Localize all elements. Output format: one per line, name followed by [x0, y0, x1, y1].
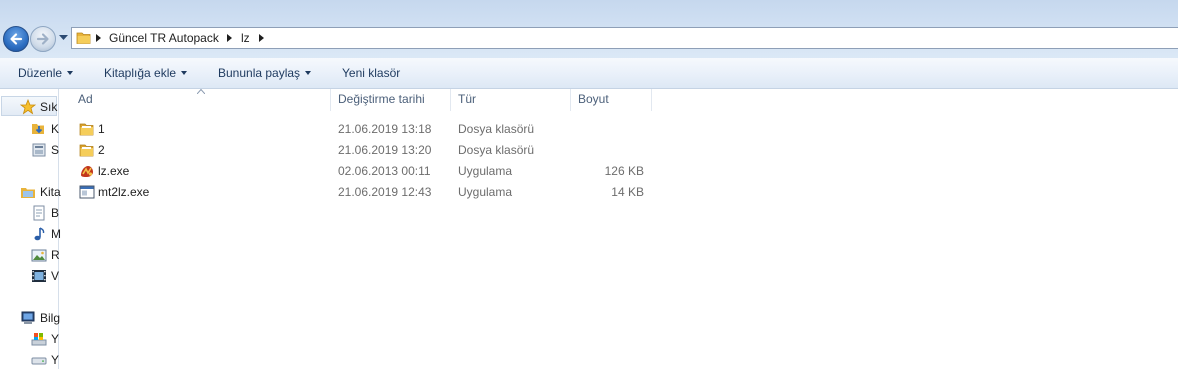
file-date: 21.06.2019 13:20: [338, 143, 432, 157]
address-bar-area: Güncel TR Autopack lz: [0, 0, 1178, 58]
nav-item-label: V: [51, 269, 60, 283]
nav-item-label: M: [51, 227, 61, 241]
nav-item-label: R: [51, 248, 60, 262]
music-note-icon: [34, 227, 45, 241]
file-row[interactable]: mt2lz.exe 21.06.2019 12:43 Uygulama 14 K…: [76, 182, 656, 203]
file-name: 1: [98, 122, 105, 136]
exe-window-icon: [79, 185, 95, 199]
column-header-size[interactable]: Boyut: [578, 92, 609, 110]
system-drive-icon: [31, 333, 47, 346]
breadcrumb-arrow-icon[interactable]: [96, 34, 102, 42]
column-divider[interactable]: [450, 89, 451, 111]
nav-item-label: Y: [51, 353, 60, 367]
add-to-library-label: Kitaplığa ekle: [104, 66, 177, 80]
file-size: 126 KB: [604, 164, 644, 178]
nav-favorites-label: Sık: [40, 100, 58, 114]
file-row[interactable]: lz.exe 02.06.2013 00:11 Uygulama 126 KB: [76, 161, 656, 182]
address-bar[interactable]: Güncel TR Autopack lz: [71, 27, 1178, 49]
folder-icon: [79, 123, 94, 136]
file-name: lz.exe: [98, 164, 130, 178]
add-to-library-button[interactable]: Kitaplığa ekle: [104, 66, 188, 80]
file-size: 14 KB: [611, 185, 644, 199]
star-icon: [20, 99, 36, 115]
breadcrumb-item[interactable]: lz: [241, 31, 250, 45]
pictures-icon: [31, 249, 47, 262]
chevron-down-icon: [181, 71, 188, 75]
new-folder-button[interactable]: Yeni klasör: [342, 66, 400, 80]
file-type: Uygulama: [458, 185, 513, 199]
nav-item-label: K: [51, 122, 60, 136]
drive-icon: [31, 357, 47, 365]
breadcrumb-item[interactable]: Güncel TR Autopack: [109, 31, 219, 45]
nav-libraries-label: Kita: [40, 185, 61, 199]
command-bar: Düzenle Kitaplığa ekle Bununla paylaş Ye…: [0, 58, 1178, 89]
column-header-name[interactable]: Ad: [78, 92, 93, 110]
column-divider[interactable]: [651, 89, 652, 111]
recent-pages-dropdown-icon[interactable]: [59, 35, 68, 41]
file-date: 02.06.2013 00:11: [338, 164, 431, 178]
folder-icon: [76, 32, 91, 44]
lz-app-icon: [81, 166, 93, 177]
chevron-down-icon: [67, 71, 74, 75]
file-type: Dosya klasörü: [458, 143, 535, 157]
chevron-down-icon: [305, 71, 312, 75]
file-row[interactable]: 1 21.06.2019 13:18 Dosya klasörü: [76, 119, 656, 140]
library-icon: [21, 188, 35, 198]
file-name: mt2lz.exe: [98, 185, 150, 199]
documents-icon: [33, 205, 45, 221]
nav-item-label: S: [51, 143, 60, 157]
arrow-left-icon: [10, 33, 23, 45]
file-date: 21.06.2019 12:43: [338, 185, 432, 199]
file-name: 2: [98, 143, 105, 157]
forward-button[interactable]: [30, 26, 56, 52]
computer-icon: [21, 311, 35, 324]
sort-ascending-icon: [197, 89, 205, 94]
breadcrumb-arrow-icon[interactable]: [259, 34, 265, 42]
file-row[interactable]: 2 21.06.2019 13:20 Dosya klasörü: [76, 140, 656, 161]
column-header-date[interactable]: Değiştirme tarihi: [338, 92, 425, 110]
column-divider[interactable]: [570, 89, 571, 111]
recent-places-icon: [32, 143, 46, 157]
share-with-button[interactable]: Bununla paylaş: [218, 66, 312, 80]
breadcrumb-arrow-icon[interactable]: [227, 34, 233, 42]
organize-label: Düzenle: [18, 66, 63, 80]
nav-item-label: Y: [51, 332, 60, 346]
file-type: Uygulama: [458, 164, 513, 178]
nav-computer-label: Bilg: [40, 311, 61, 325]
folder-icon: [79, 144, 94, 157]
videos-icon: [32, 270, 46, 282]
file-date: 21.06.2019 13:18: [338, 122, 432, 136]
organize-menu-button[interactable]: Düzenle: [18, 66, 74, 80]
column-header-type[interactable]: Tür: [458, 92, 476, 110]
back-button[interactable]: [3, 26, 29, 52]
file-type: Dosya klasörü: [458, 122, 535, 136]
nav-item-label: B: [51, 206, 60, 220]
share-with-label: Bununla paylaş: [218, 66, 301, 80]
column-divider[interactable]: [330, 89, 331, 111]
arrow-right-icon: [36, 33, 49, 45]
downloads-folder-icon: [32, 124, 44, 134]
